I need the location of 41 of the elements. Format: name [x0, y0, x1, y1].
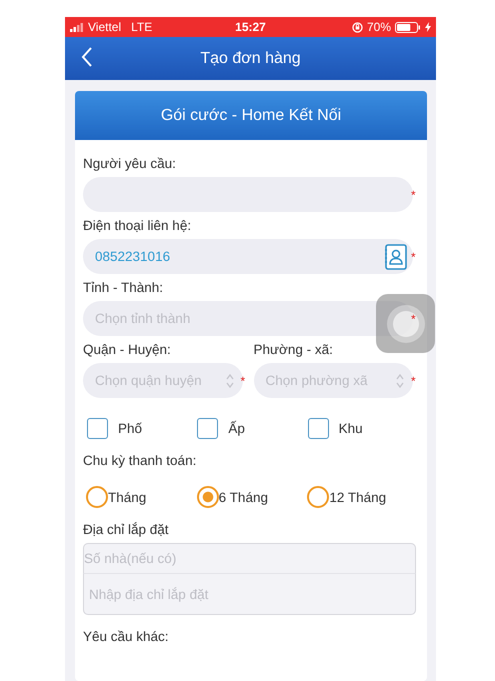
checkbox-label: Phố	[118, 421, 142, 436]
required-mark: *	[411, 374, 417, 388]
signal-icon	[70, 22, 84, 32]
checkbox[interactable]	[308, 418, 329, 439]
back-button[interactable]	[81, 47, 93, 67]
required-mark: *	[411, 312, 417, 326]
field-label: Chu kỳ thanh toán:	[83, 453, 198, 468]
radio-button[interactable]	[196, 486, 219, 508]
network-type: LTE	[131, 20, 152, 34]
package-title: Gói cước - Home Kết Nối	[160, 106, 342, 124]
back-icon	[81, 47, 93, 67]
radio-label: Tháng	[108, 490, 146, 504]
field-label: Phường - xã:	[254, 342, 334, 357]
required-mark: *	[240, 374, 246, 388]
carrier-name: Viettel	[88, 20, 122, 34]
radio-label: 6 Tháng	[218, 490, 268, 504]
radio-label: 12 Tháng	[329, 490, 386, 504]
stepper-arrows-icon	[226, 373, 234, 389]
field-label: Điện thoại liên hệ:	[83, 218, 192, 233]
radio-button[interactable]	[86, 486, 108, 508]
field-label: Yêu cầu khác:	[83, 629, 170, 644]
screen-title: Tạo đơn hàng	[200, 50, 301, 68]
assistive-touch-button[interactable]	[376, 294, 435, 353]
checkbox[interactable]	[197, 418, 218, 439]
stepper-arrows-icon	[396, 373, 404, 389]
required-mark: *	[411, 250, 417, 264]
charging-icon	[425, 22, 431, 32]
field-label: Quận - Huyện:	[83, 342, 172, 357]
lock-rotation-icon	[352, 22, 363, 32]
battery-percent: 70%	[366, 20, 391, 34]
field-label: Tỉnh - Thành:	[83, 280, 164, 295]
checkbox[interactable]	[87, 418, 108, 439]
contact-book-icon[interactable]	[384, 244, 408, 270]
battery-icon	[395, 22, 421, 32]
radio-button[interactable]	[307, 486, 330, 508]
checkbox-label: Khu	[338, 421, 363, 436]
field-label: Địa chỉ lắp đặt	[83, 522, 170, 537]
field-label: Người yêu cầu:	[83, 156, 177, 171]
required-mark: *	[411, 188, 417, 202]
checkbox-label: Ấp	[228, 421, 245, 436]
clock-time: 15:27	[235, 20, 266, 34]
